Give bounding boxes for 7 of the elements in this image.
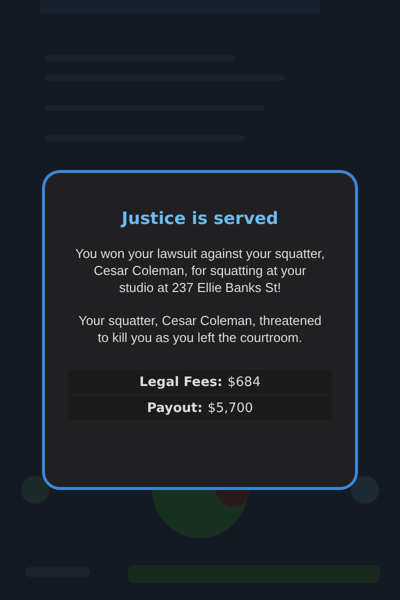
total-label: Payout: (146, 400, 203, 416)
message-text: You won your lawsuit against your squatter, Cesar Coleman, for squatting at your studio at 237 Ellie Banks St! (75, 245, 325, 296)
dialog-title: Justice is served (122, 209, 278, 229)
message-text: Your squatter, Cesar Coleman, threatened to kill you as you left the courtroom. (77, 312, 323, 346)
total-value: $5,700 (208, 400, 254, 416)
total-value: $684 (228, 374, 261, 390)
total-label: Legal Fees: (139, 374, 222, 390)
